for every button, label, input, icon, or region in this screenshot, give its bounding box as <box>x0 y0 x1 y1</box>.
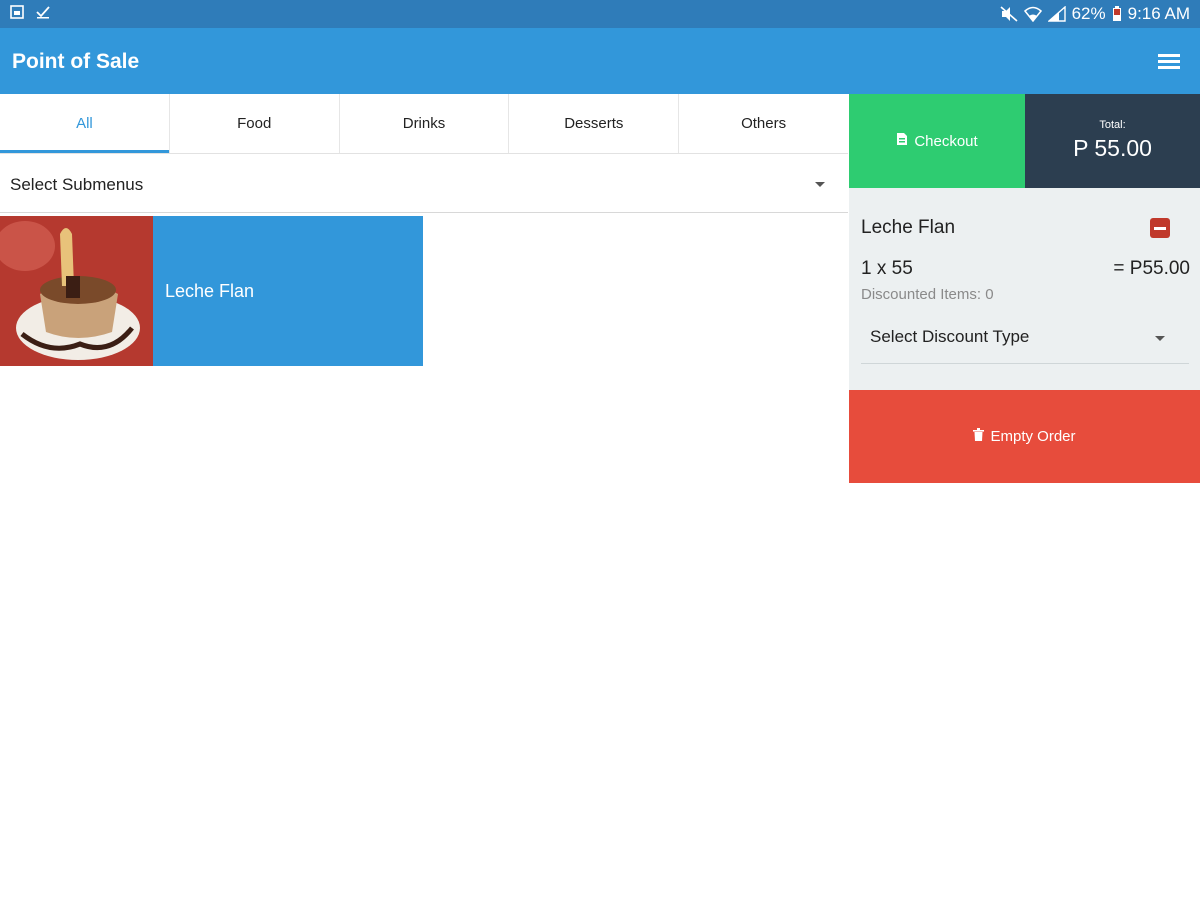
discount-type-select[interactable]: Select Discount Type <box>861 316 1189 364</box>
app-title: Point of Sale <box>12 50 140 73</box>
discount-type-label: Select Discount Type <box>870 327 1030 346</box>
order-item-total: = P55.00 <box>1113 258 1190 279</box>
app-bar: Point of Sale <box>0 28 1200 94</box>
product-card[interactable]: Leche Flan <box>0 216 423 366</box>
total-box: Total: P 55.00 <box>1025 94 1200 188</box>
screenshot-icon <box>10 5 24 19</box>
receipt-icon <box>896 132 908 150</box>
battery-icon <box>1112 6 1122 22</box>
category-tabs: All Food Drinks Desserts Others <box>0 94 848 154</box>
wifi-icon <box>1023 6 1042 22</box>
battery-percent: 62% <box>1071 4 1106 23</box>
order-item-name: Leche Flan <box>861 217 956 238</box>
chevron-down-icon <box>815 182 825 187</box>
mute-icon <box>1000 6 1018 22</box>
discounted-items-count: Discounted Items: 0 <box>861 286 994 303</box>
signal-icon <box>1047 6 1066 22</box>
tab-food[interactable]: Food <box>169 94 340 153</box>
checkout-label: Checkout <box>914 132 978 150</box>
remove-item-icon[interactable] <box>1150 218 1170 238</box>
submenu-select[interactable]: Select Submenus <box>0 155 848 213</box>
status-right-icons: 62% 9:16 AM <box>1000 4 1190 24</box>
clock: 9:16 AM <box>1127 4 1190 23</box>
order-panel: Leche Flan 1 x 55 = P55.00 Discounted It… <box>849 188 1200 390</box>
download-done-icon <box>36 5 50 19</box>
order-item-qty: 1 x 55 <box>861 258 913 279</box>
total-label: Total: <box>1099 119 1126 131</box>
empty-order-button[interactable]: Empty Order <box>849 390 1200 483</box>
product-name: Leche Flan <box>165 280 255 301</box>
status-bar: 62% 9:16 AM <box>0 0 1200 28</box>
status-left-icons <box>10 5 50 19</box>
checkout-button[interactable]: Checkout <box>849 94 1025 188</box>
menu-icon[interactable] <box>1158 54 1180 70</box>
tab-desserts[interactable]: Desserts <box>509 94 680 153</box>
product-image <box>0 216 153 366</box>
tab-drinks[interactable]: Drinks <box>339 94 510 153</box>
total-value: P 55.00 <box>1073 135 1152 161</box>
empty-order-label: Empty Order <box>990 428 1076 445</box>
tab-all[interactable]: All <box>0 94 170 153</box>
trash-icon <box>973 428 985 445</box>
chevron-down-icon <box>1155 336 1165 341</box>
tab-others[interactable]: Others <box>679 94 848 153</box>
submenu-label: Select Submenus <box>10 175 144 194</box>
